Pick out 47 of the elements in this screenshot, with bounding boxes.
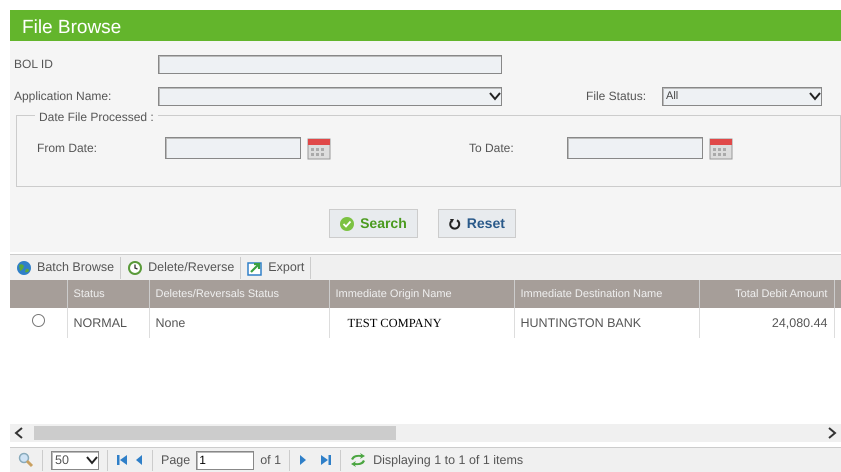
dropdown[interactable] bbox=[158, 86, 502, 106]
search-icon[interactable] bbox=[18, 452, 34, 468]
calendar-icon[interactable] bbox=[307, 136, 331, 160]
scroll-left-icon[interactable] bbox=[14, 427, 24, 439]
table-cell: None bbox=[149, 308, 329, 338]
table-cell: NORMAL bbox=[67, 308, 149, 338]
horizontal-scrollbar[interactable] bbox=[10, 424, 841, 442]
pager-summary: Displaying 1 to 1 of 1 items bbox=[373, 452, 524, 469]
next-page-icon[interactable] bbox=[298, 454, 308, 466]
first-page-icon[interactable] bbox=[116, 454, 128, 466]
page-size-dropdown[interactable]: 50 bbox=[51, 450, 99, 470]
field-label: File Status: bbox=[586, 88, 646, 105]
scrollbar-thumb[interactable] bbox=[34, 426, 396, 440]
scroll-right-icon[interactable] bbox=[827, 427, 837, 439]
text-field[interactable] bbox=[158, 54, 502, 74]
radio-button[interactable] bbox=[32, 314, 45, 327]
chevron-down-icon bbox=[809, 91, 822, 101]
chevron-down-icon bbox=[489, 91, 501, 101]
table-row[interactable]: NORMAL None TEST COMPANY HUNTINGTON BANK 24,080.44 bbox=[10, 308, 841, 338]
field-label: BOL ID bbox=[14, 56, 54, 73]
date-field[interactable] bbox=[567, 137, 703, 159]
page-number-field[interactable]: 1 bbox=[196, 450, 254, 470]
toolbar-button[interactable]: Export bbox=[241, 256, 312, 278]
dropdown[interactable]: All bbox=[662, 86, 822, 106]
last-page-icon[interactable] bbox=[320, 454, 332, 466]
globe-icon bbox=[16, 260, 32, 276]
toolbar-button[interactable]: Batch Browse bbox=[10, 256, 122, 278]
field-label: To Date: bbox=[469, 140, 515, 157]
table-cell: HUNTINGTON BANK bbox=[514, 308, 699, 338]
refresh-icon[interactable] bbox=[349, 453, 368, 467]
previous-page-icon[interactable] bbox=[134, 454, 144, 466]
table-cell: TEST COMPANY bbox=[329, 308, 514, 338]
field-label: Application Name: bbox=[14, 88, 112, 105]
clock-icon bbox=[127, 260, 144, 276]
table-cell: 24,080.44 bbox=[699, 308, 834, 338]
toolbar-button[interactable]: Delete/Reverse bbox=[121, 256, 242, 278]
page-count: of 1 bbox=[260, 452, 282, 469]
check-icon bbox=[340, 216, 354, 230]
calendar-icon[interactable] bbox=[709, 136, 733, 160]
refresh-icon bbox=[448, 218, 461, 230]
page-label: Page bbox=[161, 452, 190, 469]
field-label: From Date: bbox=[37, 140, 98, 157]
chevron-down-icon bbox=[86, 455, 98, 465]
date-field[interactable] bbox=[165, 137, 301, 159]
reset-button[interactable]: Reset bbox=[438, 209, 516, 238]
page-title: File Browse bbox=[10, 10, 841, 41]
export-icon bbox=[247, 260, 264, 276]
